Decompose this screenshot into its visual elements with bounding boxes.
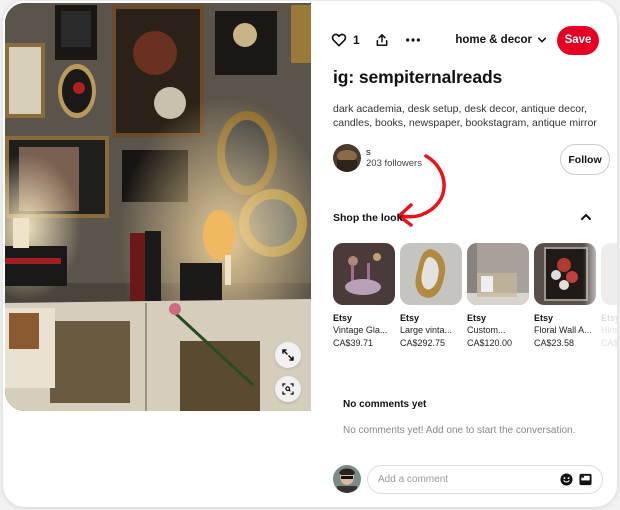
pin-title: ig: sempiternalreads <box>333 67 503 87</box>
product-card[interactable]: Etsy Large vinta... CA$292.75 <box>400 243 462 353</box>
chevron-up-icon <box>581 213 591 220</box>
share-button[interactable] <box>375 33 389 47</box>
comments-empty-message: No comments yet! Add one to start the co… <box>343 425 576 436</box>
save-button[interactable]: Save <box>557 25 599 55</box>
product-card[interactable]: Etsy Vintage Gla... CA$39.71 <box>333 243 395 353</box>
like-button[interactable] <box>331 32 347 48</box>
pin-closeup-card: 1 home & decor Save ig: sempiternalreads… <box>3 1 617 507</box>
product-name: Him... <box>601 325 617 335</box>
product-card[interactable]: Etsy Him... CA$ <box>601 243 617 353</box>
product-source: Etsy <box>467 313 487 323</box>
visual-search-button[interactable] <box>275 376 301 402</box>
product-source: Etsy <box>601 313 617 323</box>
board-selector[interactable]: home & decor <box>455 34 547 46</box>
user-avatar[interactable] <box>333 465 361 493</box>
product-thumbnail <box>467 243 529 305</box>
heart-icon <box>331 33 347 47</box>
product-card[interactable]: Etsy Floral Wall A... CA$23.58 <box>534 243 596 353</box>
follow-button[interactable]: Follow <box>560 144 610 175</box>
expand-button[interactable] <box>275 342 301 368</box>
product-thumbnail <box>601 243 617 305</box>
creator-info: s 203 followers <box>333 144 422 172</box>
action-bar: 1 home & decor Save <box>331 25 599 55</box>
product-source: Etsy <box>333 313 353 323</box>
product-thumbnail <box>333 243 395 305</box>
product-card[interactable]: Etsy Custom... CA$120.00 <box>467 243 529 353</box>
comment-input[interactable] <box>378 473 554 485</box>
like-count: 1 <box>353 33 360 47</box>
comments-title: No comments yet <box>343 399 427 410</box>
product-thumbnail <box>400 243 462 305</box>
product-price: CA$120.00 <box>467 338 513 348</box>
product-name: Large vinta... <box>400 325 453 335</box>
comment-bar <box>333 464 603 494</box>
creator-name[interactable]: s <box>366 147 422 158</box>
shop-the-look-header: Shop the look <box>333 212 403 224</box>
pin-description: dark academia, desk setup, desk decor, a… <box>333 103 597 129</box>
creator-followers: 203 followers <box>366 158 422 169</box>
comment-box <box>367 464 603 494</box>
more-options-button[interactable] <box>389 32 421 48</box>
lens-icon <box>282 383 294 395</box>
product-carousel[interactable]: Etsy Vintage Gla... CA$39.71 Etsy Large … <box>333 243 617 353</box>
creator-avatar[interactable] <box>333 144 361 172</box>
product-thumbnail <box>534 243 596 305</box>
product-source: Etsy <box>534 313 554 323</box>
product-price: CA$39.71 <box>333 338 374 348</box>
product-source: Etsy <box>400 313 420 323</box>
product-price: CA$292.75 <box>400 338 446 348</box>
image-icon[interactable] <box>579 473 592 486</box>
emoji-icon[interactable] <box>560 472 573 486</box>
share-icon <box>376 33 388 47</box>
board-name: home & decor <box>455 34 532 46</box>
product-name: Vintage Gla... <box>333 325 388 335</box>
pin-details-panel: 1 home & decor Save ig: sempiternalreads… <box>311 1 617 507</box>
pin-image[interactable] <box>5 3 311 411</box>
expand-icon <box>282 349 294 361</box>
chevron-down-icon <box>537 37 547 43</box>
collapse-shop-button[interactable] <box>579 210 593 224</box>
product-name: Floral Wall A... <box>534 325 592 335</box>
pin-photo <box>5 3 311 411</box>
more-icon <box>405 38 420 42</box>
product-price: CA$23.58 <box>534 338 575 348</box>
product-price: CA$ <box>601 338 617 348</box>
product-name: Custom... <box>467 325 506 335</box>
